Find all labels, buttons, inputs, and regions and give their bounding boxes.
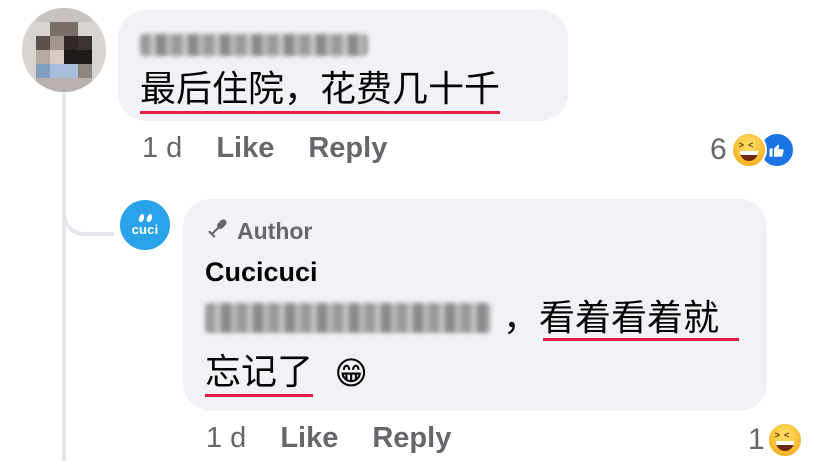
reply-text-line1: ，看着看着就 <box>503 297 719 341</box>
reply-button[interactable]: Reply <box>308 132 387 165</box>
grin-emoji: 😁 <box>334 354 368 392</box>
logo-drops-icon <box>137 214 153 222</box>
thread-line <box>62 92 66 461</box>
haha-icon: >< <box>730 132 767 168</box>
reply-timestamp[interactable]: 1 d <box>206 422 246 455</box>
author-avatar[interactable]: cuci <box>120 200 170 250</box>
commenter-avatar[interactable] <box>22 8 106 92</box>
reply-connector <box>62 180 114 236</box>
author-badge: Author <box>205 215 312 247</box>
logo-text: cuci <box>131 222 159 237</box>
reply-reply-button[interactable]: Reply <box>372 422 451 455</box>
reply-text-line2: 忘记了 😁 <box>205 351 368 395</box>
reaction-count: 6 <box>710 133 727 166</box>
haha-icon: >< <box>766 422 803 458</box>
author-badge-label: Author <box>237 217 313 244</box>
reply-bubble: Author Cucicuci ，看着看着就 忘记了 😁 <box>183 199 767 411</box>
comment-actions: 1 d Like Reply <box>142 132 421 165</box>
microphone-icon <box>205 215 231 247</box>
commenter-name-redacted[interactable] <box>140 34 368 56</box>
reply-text-part2: 忘记了 <box>205 352 314 393</box>
reply-like-button[interactable]: Like <box>280 422 338 455</box>
tagged-name-redacted[interactable] <box>205 303 491 333</box>
author-name[interactable]: Cucicuci <box>205 257 318 288</box>
like-button[interactable]: Like <box>216 132 274 165</box>
comment-reactions[interactable]: 6 >< <box>710 132 795 168</box>
reply-actions: 1 d Like Reply <box>206 422 485 455</box>
reply-underline-mark <box>543 338 739 341</box>
reply-reaction-count: 1 <box>748 423 765 456</box>
comment-timestamp[interactable]: 1 d <box>142 132 182 165</box>
reply-text-part1: ，看着看着就 <box>503 298 720 339</box>
reply-reactions[interactable]: 1 >< <box>748 422 803 458</box>
comment-bubble: 最后住院，花费几十千 <box>118 10 568 121</box>
comment-text: 最后住院，花费几十千 <box>140 69 501 110</box>
